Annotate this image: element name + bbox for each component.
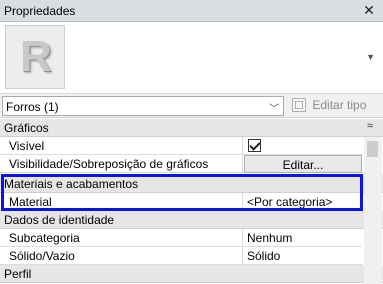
property-row-visibilidade: Visibilidade/Sobreposição de gráficos Ed… xyxy=(0,155,362,173)
property-row-subcategoria: Subcategoria Nenhum xyxy=(0,229,362,247)
type-selector-value: Forros (1) xyxy=(6,100,59,114)
property-name: Subcategoria xyxy=(0,229,243,247)
property-row-solido: Sólido/Vazio Sólido xyxy=(0,247,362,265)
category-graficos[interactable]: Gráficos ≈ xyxy=(0,119,383,137)
edit-type-label: Editar tipo xyxy=(312,97,367,112)
property-name: Material xyxy=(0,193,243,211)
property-name: Visível xyxy=(0,137,243,155)
visible-checkbox[interactable] xyxy=(248,139,261,152)
revit-logo: R xyxy=(5,25,65,89)
scrollbar-thumb[interactable] xyxy=(367,141,378,157)
category-identidade[interactable]: Dados de identidade ≈ xyxy=(0,211,383,229)
panel-title: Propriedades xyxy=(4,4,76,18)
category-label: Dados de identidade xyxy=(4,213,115,227)
edit-type-icon xyxy=(292,97,306,112)
panel-titlebar: Propriedades ✕ xyxy=(0,0,383,22)
category-materiais[interactable]: Materiais e acabamentos xyxy=(0,175,383,193)
type-selector-bar: Forros (1) ﹀ Editar tipo xyxy=(0,94,383,118)
solid-void-value[interactable]: Sólido xyxy=(243,247,362,265)
property-name: Visibilidade/Sobreposição de gráficos xyxy=(0,155,243,173)
property-row-material: Material <Por categoria> xyxy=(0,193,362,211)
type-selector-dropdown[interactable]: Forros (1) ﹀ xyxy=(2,96,284,116)
close-icon[interactable]: ✕ xyxy=(361,2,377,18)
chevron-down-icon[interactable]: ﹀ xyxy=(269,100,279,115)
subcategory-value[interactable]: Nenhum xyxy=(243,229,362,247)
property-name: Sólido/Vazio xyxy=(0,247,243,265)
scrollbar[interactable] xyxy=(364,137,382,284)
category-label: Gráficos xyxy=(4,121,49,135)
collapse-icon[interactable]: ≈ xyxy=(367,120,373,132)
property-row-visivel: Visível xyxy=(0,137,362,155)
properties-grid: Gráficos ≈ Visível Visibilidade/Sobrepos… xyxy=(0,119,383,284)
category-perfil[interactable]: Perfil ≈ xyxy=(0,265,383,283)
logo-letter: R xyxy=(20,32,52,81)
edit-type-button[interactable]: Editar tipo xyxy=(292,97,366,115)
category-label: Materiais e acabamentos xyxy=(4,177,139,191)
category-label: Perfil xyxy=(4,267,32,281)
type-preview[interactable]: R ▼ xyxy=(0,22,383,94)
material-value[interactable]: <Por categoria> xyxy=(243,193,362,211)
chevron-down-icon[interactable]: ▼ xyxy=(366,52,375,62)
edit-overrides-button[interactable]: Editar... xyxy=(244,155,362,173)
